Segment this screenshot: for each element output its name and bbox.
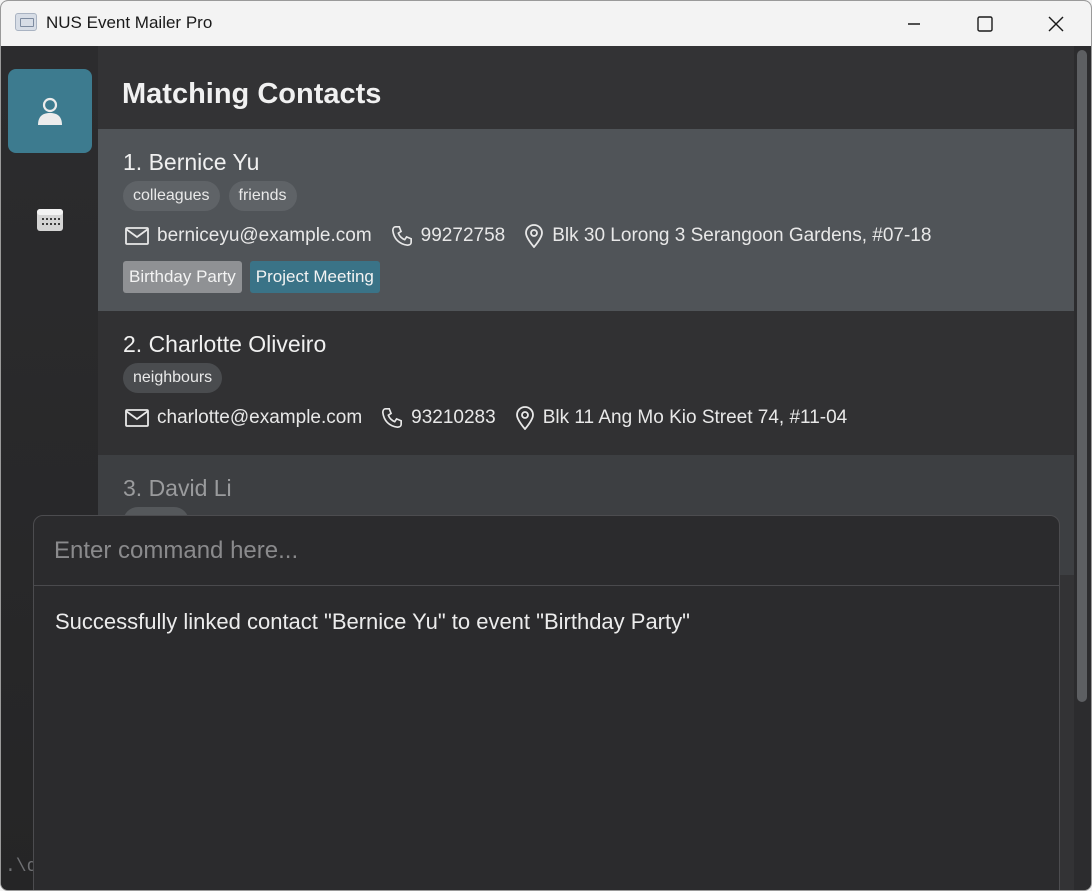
- close-button[interactable]: [1021, 1, 1091, 46]
- contact-address: Blk 30 Lorong 3 Serangoon Gardens, #07-1…: [552, 225, 932, 246]
- contact-info-row: charlotte@example.com 93210283 Blk 11 An…: [125, 406, 866, 430]
- close-icon: [1048, 16, 1064, 31]
- sidebar-item-contacts[interactable]: [8, 69, 92, 153]
- phone-icon: [391, 226, 412, 246]
- minimize-icon: [908, 22, 920, 25]
- contact-tags: colleagues friends: [123, 181, 297, 211]
- email-icon: [125, 409, 149, 427]
- app-mail-icon: [15, 13, 37, 31]
- command-result-text: Successfully linked contact "Bernice Yu"…: [55, 609, 690, 634]
- app-window: NUS Event Mailer Pro Matching Contacts 1…: [0, 0, 1092, 891]
- contact-name: 3. David Li: [123, 475, 232, 501]
- page-title: Matching Contacts: [122, 78, 382, 110]
- event-badge: Project Meeting: [249, 261, 380, 293]
- command-panel: Successfully linked contact "Bernice Yu"…: [33, 515, 1060, 890]
- contact-card-charlotte[interactable]: 2. Charlotte Oliveiro neighbours charlot…: [98, 311, 1074, 455]
- title-bar[interactable]: NUS Event Mailer Pro: [1, 1, 1091, 46]
- calendar-icon: [37, 209, 63, 231]
- scrollbar-thumb[interactable]: [1077, 50, 1087, 702]
- email-icon: [125, 227, 149, 245]
- command-input[interactable]: [34, 516, 1059, 586]
- contact-name: 2. Charlotte Oliveiro: [123, 331, 327, 357]
- contact-card-bernice[interactable]: 1. Bernice Yu colleagues friends bernice…: [98, 129, 1074, 311]
- window-title: NUS Event Mailer Pro: [46, 13, 213, 32]
- tag: neighbours: [123, 363, 223, 393]
- person-icon: [38, 97, 62, 125]
- contact-phone: 93210283: [411, 407, 496, 428]
- contact-phone: 99272758: [420, 225, 506, 246]
- sidebar-item-events[interactable]: [8, 178, 92, 262]
- contact-name: 1. Bernice Yu: [123, 149, 260, 175]
- location-pin-icon: [525, 224, 544, 248]
- linked-events: Birthday Party Project Meeting: [123, 261, 380, 293]
- event-badge: Birthday Party: [123, 261, 242, 293]
- contact-email: berniceyu@example.com: [157, 225, 372, 246]
- maximize-icon: [977, 15, 993, 32]
- location-pin-icon: [515, 406, 534, 430]
- maximize-button[interactable]: [950, 1, 1020, 46]
- contact-tags: neighbours: [123, 363, 223, 393]
- tag: friends: [228, 181, 297, 211]
- contact-info-row: berniceyu@example.com 99272758 Blk 30 Lo…: [125, 224, 950, 248]
- minimize-button[interactable]: [879, 1, 949, 46]
- contact-email: charlotte@example.com: [157, 407, 363, 428]
- tag: colleagues: [123, 181, 220, 211]
- vertical-scrollbar[interactable]: [1074, 46, 1091, 890]
- contact-address: Blk 11 Ang Mo Kio Street 74, #11-04: [542, 407, 848, 428]
- phone-icon: [382, 408, 403, 428]
